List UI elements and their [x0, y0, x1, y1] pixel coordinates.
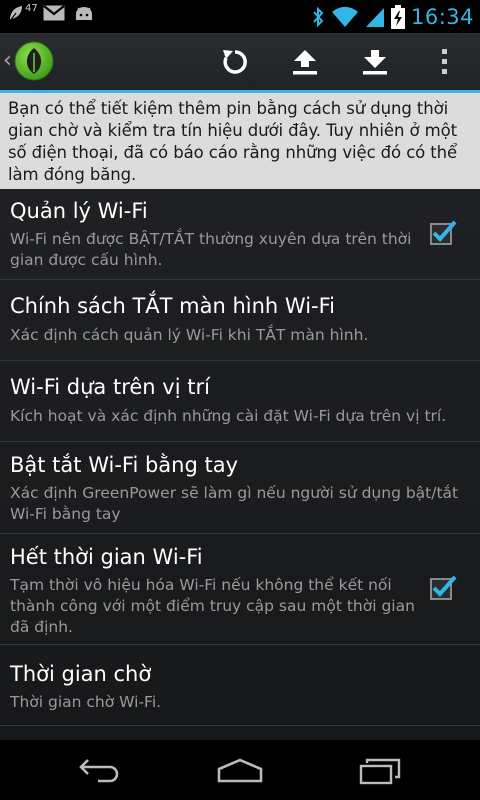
pref-title: Thời gian chờ [10, 662, 152, 686]
wifi-management-checkbox[interactable] [430, 220, 457, 245]
greenpower-leaf-icon[interactable] [14, 41, 54, 85]
pref-title: Chính sách TẮT màn hình Wi-Fi [10, 294, 335, 318]
android-icon [73, 4, 95, 22]
up-caret-icon[interactable]: ‹ [3, 50, 12, 72]
pref-summary: Kích hoạt và xác định những cài đặt Wi-F… [10, 407, 447, 425]
navigation-bar [0, 740, 480, 800]
pref-manual-wifi-toggle[interactable]: Bật tắt Wi-Fi bằng tay Xác định GreenPow… [0, 442, 480, 534]
back-icon [79, 759, 119, 783]
notification-count: 47 [25, 2, 38, 14]
overflow-menu-icon [442, 49, 447, 74]
pref-summary: Tạm thời vô hiệu hóa Wi-Fi nếu không thể… [10, 576, 415, 636]
checkmark-icon [432, 220, 457, 242]
refresh-icon [223, 50, 247, 74]
signal-icon [365, 6, 385, 28]
pref-wifi-management[interactable]: Quản lý Wi-Fi Wi-Fi nên được BẬT/TẮT thư… [0, 189, 480, 280]
pref-summary: Wi-Fi nên được BẬT/TẮT thường xuyên dựa … [10, 230, 412, 269]
pref-wait-time[interactable]: Thời gian chờ Thời gian chờ Wi-Fi. [0, 645, 480, 726]
pref-title: Quản lý Wi-Fi [10, 199, 148, 223]
recent-apps-button[interactable] [340, 748, 420, 792]
pref-summary: Xác định cách quản lý Wi-Fi khi TẮT màn … [10, 326, 369, 344]
home-button[interactable] [200, 748, 280, 792]
wifi-icon [331, 6, 359, 28]
pref-summary: Xác định GreenPower sẽ làm gì nếu người … [10, 484, 459, 523]
back-button[interactable] [60, 748, 140, 792]
pref-title: Wi-Fi dựa trên vị trí [10, 375, 210, 399]
action-bar: ‹ [0, 33, 480, 90]
refresh-button[interactable] [210, 37, 260, 87]
upload-button[interactable] [280, 37, 330, 87]
description-text: Bạn có thể tiết kiệm thêm pin bằng cách … [0, 93, 480, 189]
pref-screen-off-policy[interactable]: Chính sách TẮT màn hình Wi-Fi Xác định c… [0, 280, 480, 361]
pref-title: Hết thời gian Wi-Fi [10, 545, 203, 569]
download-icon [363, 50, 387, 75]
home-icon [217, 758, 263, 783]
recent-apps-icon [359, 758, 401, 785]
overflow-menu-button[interactable] [420, 37, 470, 87]
upload-icon [293, 50, 317, 75]
pref-title: Bật tắt Wi-Fi bằng tay [10, 453, 239, 477]
wifi-timeout-checkbox[interactable] [430, 575, 457, 600]
pref-wifi-timeout[interactable]: Hết thời gian Wi-Fi Tạm thời vô hiệu hóa… [0, 534, 480, 645]
status-clock: 16:34 [410, 5, 474, 29]
leaf-notification-icon [8, 4, 24, 22]
battery-charging-icon [390, 5, 405, 29]
bluetooth-icon [311, 6, 325, 28]
pref-summary: Thời gian chờ Wi-Fi. [10, 693, 162, 711]
status-bar: 47 16:34 [0, 0, 480, 33]
pref-location-based-wifi[interactable]: Wi-Fi dựa trên vị trí Kích hoạt và xác đ… [0, 361, 480, 442]
download-button[interactable] [350, 37, 400, 87]
preference-list[interactable]: Quản lý Wi-Fi Wi-Fi nên được BẬT/TẮT thư… [0, 189, 480, 740]
checkmark-icon [432, 575, 457, 597]
gmail-icon [43, 5, 65, 21]
